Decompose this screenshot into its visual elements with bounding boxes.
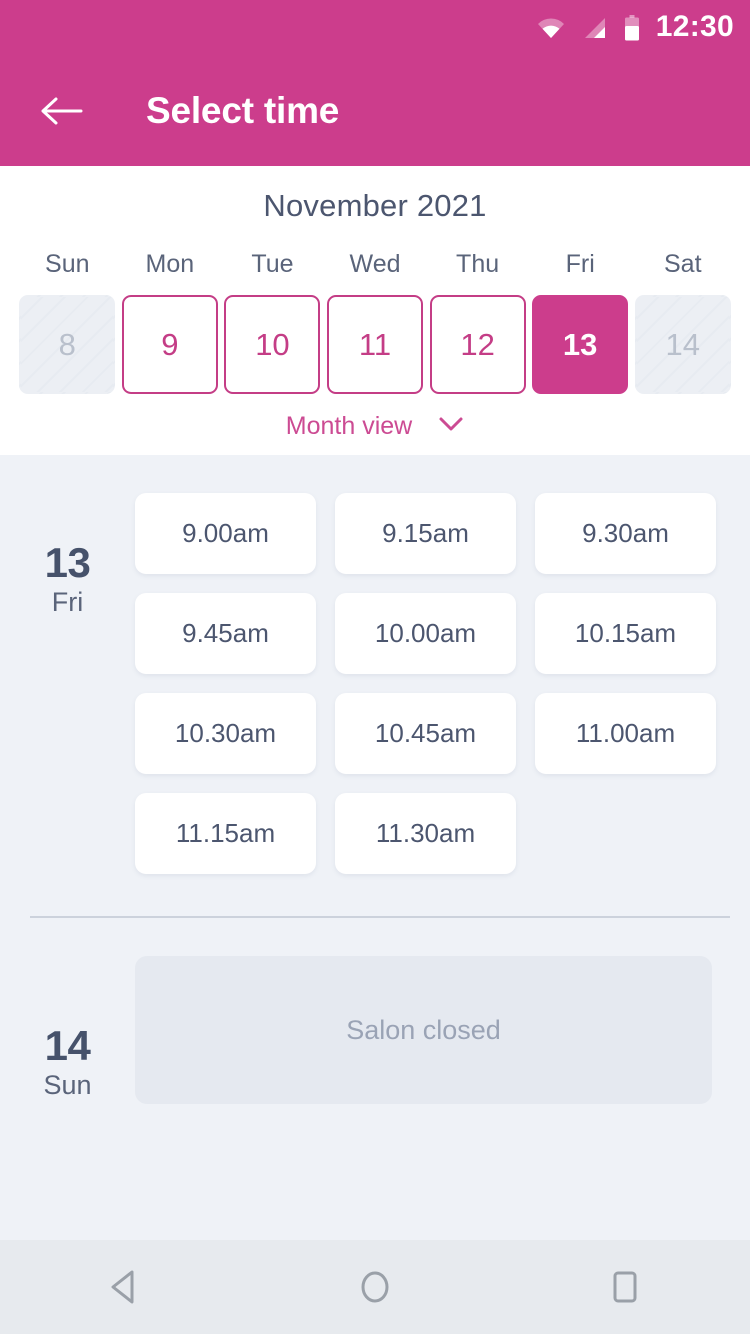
app-bar-row: Select time	[0, 56, 750, 166]
day-cell-8: 8	[19, 295, 116, 394]
time-slot[interactable]: 10.30am	[135, 693, 316, 774]
nav-home-icon[interactable]	[325, 1240, 425, 1334]
time-slot[interactable]: 11.00am	[535, 693, 716, 774]
status-bar: 12:30	[0, 0, 750, 56]
day-slots-area: Salon closed	[135, 956, 750, 1104]
nav-back-icon[interactable]	[75, 1240, 175, 1334]
weekday-label: Fri	[565, 250, 595, 278]
day-cell-slot: 8	[16, 295, 119, 394]
day-cell-slot: 10	[221, 295, 324, 394]
day-section-label: 13 Fri	[0, 493, 135, 874]
weekday-label: Thu	[456, 250, 500, 278]
day-section-label: 14 Sun	[0, 956, 135, 1104]
day-cell-13-selected[interactable]: 13	[532, 295, 629, 394]
day-section-14: 14 Sun Salon closed	[0, 918, 750, 1104]
weekday-label: Sun	[45, 250, 90, 278]
day-section-number: 14	[44, 1022, 91, 1069]
day-cell-slot: 9	[119, 295, 222, 394]
day-slots-area: 9.00am 9.15am 9.30am 9.45am 10.00am 10.1…	[135, 493, 750, 874]
time-slot[interactable]: 11.15am	[135, 793, 316, 874]
weekday-label: Wed	[349, 250, 401, 278]
back-arrow-icon[interactable]	[34, 84, 88, 138]
time-slot[interactable]: 9.30am	[535, 493, 716, 574]
chevron-down-icon	[438, 416, 464, 437]
weekday-label: Tue	[251, 250, 294, 278]
time-slot[interactable]: 9.00am	[135, 493, 316, 574]
time-slot[interactable]: 9.45am	[135, 593, 316, 674]
day-section-13: 13 Fri 9.00am 9.15am 9.30am 9.45am 10.00…	[0, 455, 750, 874]
day-cell-9[interactable]: 9	[121, 295, 218, 394]
wifi-icon	[536, 16, 566, 40]
day-section-weekday: Sun	[43, 1070, 92, 1101]
day-cell-10[interactable]: 10	[224, 295, 321, 394]
page-title: Select time	[146, 90, 340, 131]
time-slot[interactable]: 11.30am	[335, 793, 516, 874]
day-cell-slot: 12	[426, 295, 529, 394]
app-bar: 12:30 Select time	[0, 0, 750, 166]
day-section-weekday: Fri	[51, 587, 84, 618]
day-cell-slot: 11	[324, 295, 427, 394]
time-slot-grid: 9.00am 9.15am 9.30am 9.45am 10.00am 10.1…	[135, 493, 730, 874]
day-cell-11[interactable]: 11	[327, 295, 424, 394]
status-clock: 12:30	[655, 10, 734, 43]
android-nav-bar	[0, 1240, 750, 1334]
battery-icon	[624, 15, 640, 41]
salon-closed-card: Salon closed	[135, 956, 712, 1104]
weekday-label: Mon	[145, 250, 195, 278]
day-cell-14: 14	[634, 295, 731, 394]
month-view-toggle[interactable]: Month view	[0, 412, 750, 441]
time-slot[interactable]: 10.15am	[535, 593, 716, 674]
calendar-panel: November 2021 Sun Mon Tue Wed Thu Fri Sa…	[0, 166, 750, 455]
day-section-number: 13	[44, 539, 91, 586]
month-title: November 2021	[263, 188, 487, 223]
month-view-label: Month view	[285, 412, 413, 440]
slots-content: 13 Fri 9.00am 9.15am 9.30am 9.45am 10.00…	[0, 455, 750, 1104]
time-slot[interactable]: 10.45am	[335, 693, 516, 774]
day-cell-12[interactable]: 12	[429, 295, 526, 394]
day-cell-slot: 14	[631, 295, 734, 394]
salon-closed-text: Salon closed	[346, 1014, 501, 1045]
weekday-header-row: Sun Mon Tue Wed Thu Fri Sat	[0, 250, 750, 279]
cellular-signal-icon	[582, 16, 608, 40]
weekday-label: Sat	[663, 250, 702, 278]
nav-recents-icon[interactable]	[575, 1240, 675, 1334]
time-slot[interactable]: 10.00am	[335, 593, 516, 674]
day-cell-slot: 13	[529, 295, 632, 394]
time-slot[interactable]: 9.15am	[335, 493, 516, 574]
day-cell-row: 8 9 10 11 12 13 14	[0, 295, 750, 394]
